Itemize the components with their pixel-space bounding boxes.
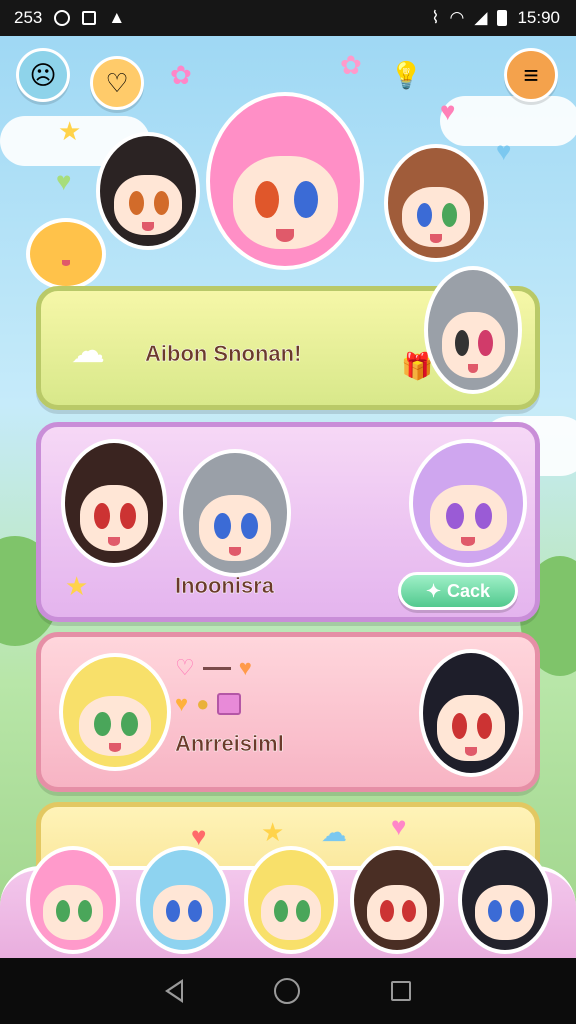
signal-icon: ◢	[474, 8, 488, 27]
notification-icon: ▲	[108, 8, 126, 27]
face	[260, 885, 322, 940]
tray-character[interactable]	[354, 850, 440, 950]
eye	[296, 900, 310, 922]
eye	[94, 712, 111, 737]
back-icon[interactable]	[165, 979, 184, 1003]
vibrate-icon: ⌇	[431, 8, 440, 27]
character-tray	[0, 850, 576, 958]
pet-character[interactable]	[30, 222, 102, 286]
heart-icon: ♡	[175, 655, 195, 680]
tray-character[interactable]	[30, 850, 116, 950]
heart-icon: ♥	[56, 166, 72, 196]
character[interactable]	[428, 270, 518, 390]
card-anrreisiml[interactable]: ♡ ♥ ♥ ● Anrreisiml	[36, 632, 540, 792]
face	[152, 885, 214, 940]
mouth	[461, 536, 475, 547]
mouth	[430, 233, 442, 243]
flower-icon: ✿	[340, 50, 362, 80]
menu-button[interactable]: ≡	[504, 48, 558, 102]
card-title: Aibon Snonan!	[145, 341, 302, 367]
status-time: 15:90	[517, 8, 560, 27]
android-nav-bar	[0, 958, 576, 1024]
eye	[121, 712, 138, 737]
flower-icon: ✿	[170, 60, 192, 90]
character	[423, 653, 519, 773]
eye	[55, 900, 70, 922]
coin-icon: ●	[196, 691, 210, 716]
heart-icon: ♥	[391, 811, 407, 841]
tray-character[interactable]	[248, 850, 334, 950]
mouth	[142, 221, 154, 231]
eye	[255, 181, 279, 219]
eye	[165, 900, 180, 922]
mouth	[465, 746, 477, 757]
app-screen: ☹ ♡ ≡ ✿ ✿ 💡 ♥ ♥ ★ ♥ ☁ Aibon Snonan! 🎁 ★ …	[0, 36, 576, 958]
character-main[interactable]	[210, 96, 360, 266]
mouth	[108, 742, 122, 752]
heart-icon: ♥	[191, 821, 207, 851]
heart-icon: ♥	[496, 136, 512, 166]
eye	[153, 191, 170, 216]
character	[65, 443, 163, 563]
eye	[441, 203, 458, 228]
eye	[510, 900, 524, 922]
character	[413, 443, 523, 563]
star-icon: ★	[58, 116, 82, 146]
cack-button[interactable]: ✦ Cack	[398, 572, 518, 610]
bulb-icon: 💡	[390, 60, 423, 90]
heart-icon: ♥	[440, 96, 456, 126]
clock-icon	[54, 10, 71, 26]
eye	[487, 900, 502, 922]
star-icon: ★	[65, 571, 89, 601]
eye	[214, 513, 231, 540]
eye	[478, 330, 493, 357]
eye	[119, 503, 136, 530]
gift-icon: 🎁	[401, 351, 434, 381]
ghost-icon: ☁	[71, 332, 105, 370]
mouth	[61, 260, 71, 266]
tray-character[interactable]	[140, 850, 226, 950]
mouth	[108, 536, 120, 547]
card-title: Anrreisiml	[175, 731, 284, 757]
character[interactable]	[100, 136, 196, 246]
face	[474, 885, 536, 940]
heart-bubble-icon: ♡	[105, 67, 129, 98]
eye	[273, 900, 288, 922]
recents-icon[interactable]	[390, 981, 411, 1001]
menu-icon: ≡	[523, 59, 539, 90]
home-icon[interactable]	[273, 978, 300, 1004]
sad-face-icon: ☹	[29, 59, 57, 90]
heart-icon: ♥	[238, 655, 252, 680]
status-text: 253	[14, 8, 43, 27]
tray-character[interactable]	[462, 850, 548, 950]
card-title: Inoonisra	[175, 573, 275, 599]
face	[42, 885, 104, 940]
eye	[446, 503, 464, 530]
heart-row: ♡ ♥	[175, 655, 252, 681]
eye	[241, 513, 258, 540]
cack-button-label: Cack	[447, 580, 491, 601]
star-icon: ★	[261, 817, 285, 847]
character	[183, 453, 287, 573]
eye	[188, 900, 202, 922]
divider	[202, 666, 231, 670]
character[interactable]	[388, 148, 484, 258]
status-bar: 253 ▲ ⌇ ◠ ◢ 15:90	[0, 0, 576, 36]
cloud-icon: ☁	[321, 817, 347, 847]
eye	[402, 900, 416, 922]
heart-bubble-button[interactable]: ♡	[90, 56, 144, 110]
calendar-icon	[82, 11, 97, 25]
item-box	[217, 693, 242, 715]
face	[366, 885, 428, 940]
eye	[379, 900, 394, 922]
heart-icon: ♥	[175, 691, 189, 716]
battery-icon	[497, 10, 508, 26]
eye	[78, 900, 92, 922]
plus-icon: ✦	[425, 580, 442, 601]
character	[63, 657, 167, 767]
sad-face-button[interactable]: ☹	[16, 48, 70, 102]
eye	[294, 181, 318, 219]
wifi-icon: ◠	[449, 8, 465, 27]
coin-row: ♥ ●	[175, 691, 242, 717]
